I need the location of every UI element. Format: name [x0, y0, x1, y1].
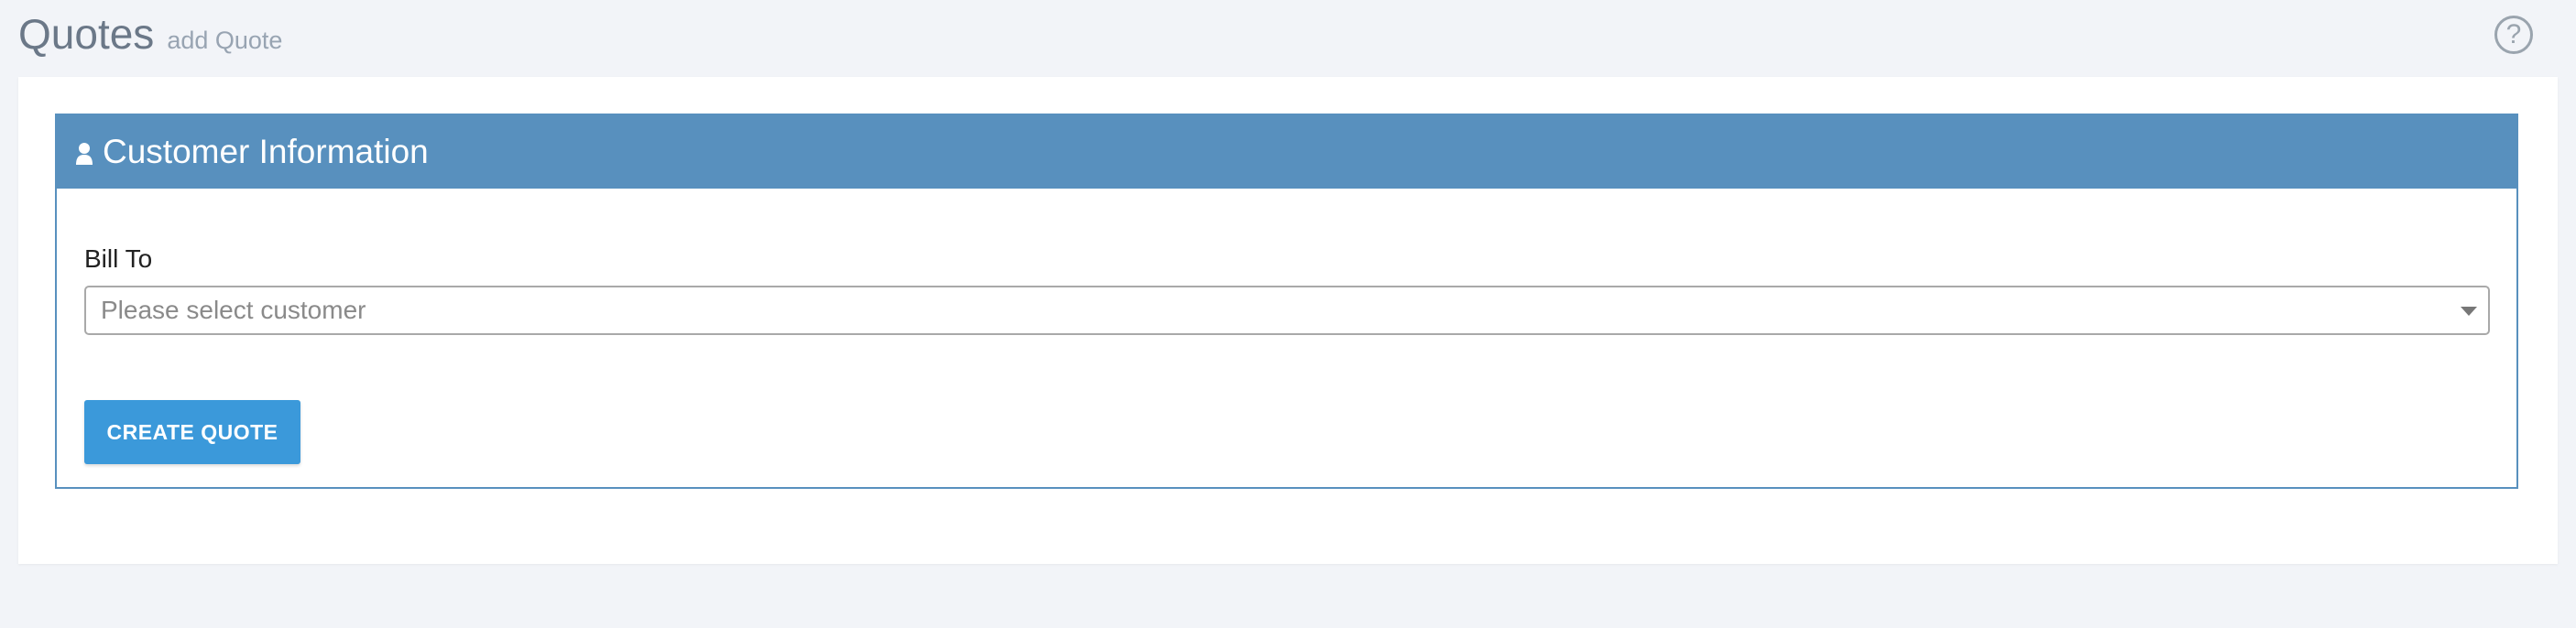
question-circle-icon[interactable]: ? [2494, 16, 2533, 54]
panel-title: Customer Information [103, 133, 429, 170]
page-subtitle: add Quote [167, 27, 283, 54]
customer-information-panel: Customer Information Bill To Please sele… [55, 114, 2518, 489]
page-title: Quotes [18, 10, 155, 58]
content-card: Customer Information Bill To Please sele… [18, 77, 2558, 564]
page-header: Quotes add Quote [18, 9, 282, 64]
customer-select-placeholder: Please select customer [101, 296, 366, 324]
bill-to-label: Bill To [84, 244, 153, 273]
help-glyph: ? [2505, 19, 2522, 49]
panel-heading: Customer Information [57, 115, 2516, 189]
customer-select[interactable]: Please select customer [84, 286, 2490, 335]
create-quote-button[interactable]: CREATE QUOTE [84, 400, 300, 464]
user-icon [75, 142, 93, 166]
chevron-down-icon[interactable] [2461, 307, 2477, 316]
